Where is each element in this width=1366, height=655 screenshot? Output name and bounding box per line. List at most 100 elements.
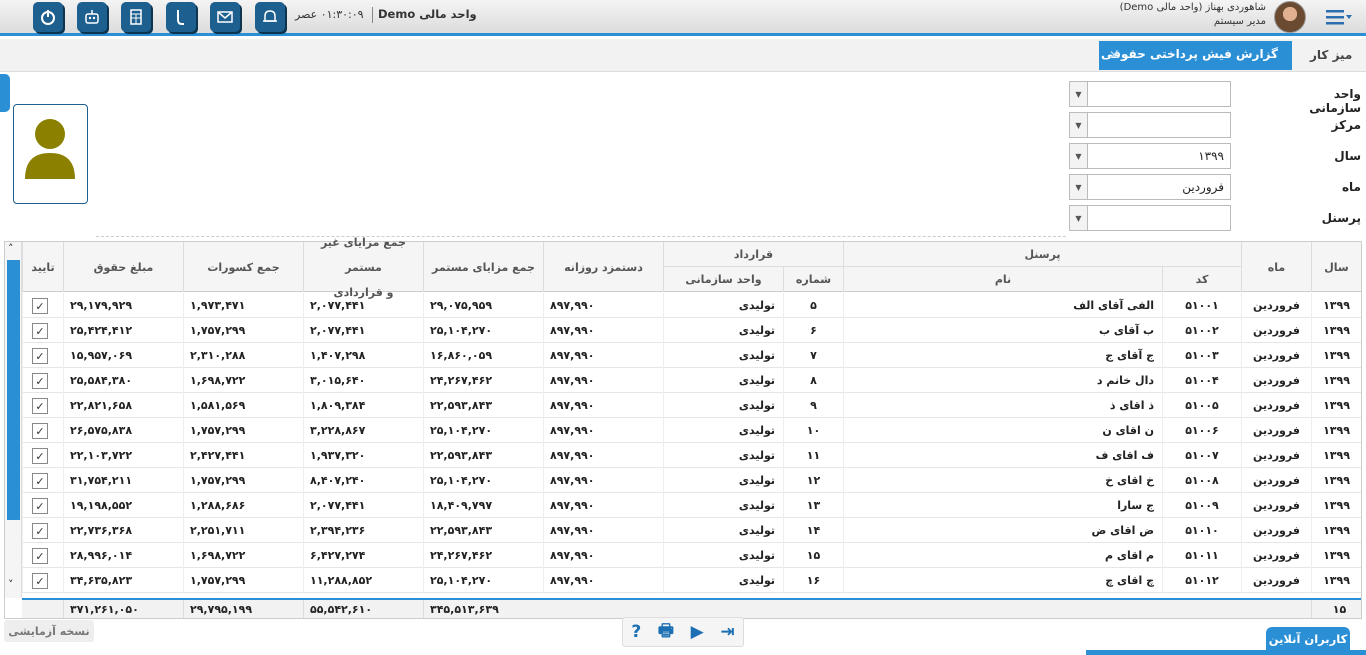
center-field[interactable] xyxy=(1087,112,1231,138)
robot-icon[interactable] xyxy=(77,2,107,32)
header-code[interactable]: کد xyxy=(1162,267,1241,292)
header-deductions[interactable]: جمع کسورات xyxy=(183,242,303,292)
header-daily-wage[interactable]: دستمزد روزانه xyxy=(543,242,663,292)
table-row[interactable]: ۱۳۹۹ فروردین ۵۱۰۰۶ ن اقای ن ۱۰ تولیدی ۸۹۷,۹۹۰ ۲… xyxy=(22,418,1361,443)
cell-nonfixed-benefits: ۲,۰۷۷,۴۴۱ xyxy=(303,318,423,343)
filter-label-personnel: پرسنل xyxy=(1321,211,1361,225)
cell-salary: ۱۵,۹۵۷,۰۶۹ xyxy=(63,343,183,368)
table-row[interactable]: ۱۳۹۹ فروردین ۵۱۰۰۸ خ اقای خ ۱۲ تولیدی ۸۹۷,۹۹۰ ۲… xyxy=(22,468,1361,493)
table-row[interactable]: ۱۳۹۹ فروردین ۵۱۰۰۵ ذ اقای ذ ۹ تولیدی ۸۹۷,۹۹۰ ۲۲… xyxy=(22,393,1361,418)
footer-count: ۱۵ xyxy=(1311,600,1361,618)
avatar[interactable] xyxy=(1274,1,1306,33)
table-row[interactable]: ۱۳۹۹ فروردین ۵۱۰۰۴ دال خانم د ۸ تولیدی ۸۹۷,۹۹۰… xyxy=(22,368,1361,393)
table-row[interactable]: ۱۳۹۹ فروردین ۵۱۰۱۰ ض اقای ض ۱۴ تولیدی ۸۹۷,۹۹۰ ۲… xyxy=(22,518,1361,543)
user-icon xyxy=(25,119,75,179)
chevron-up-icon[interactable]: ˄ xyxy=(8,242,14,255)
cell-name: ض اقای ض xyxy=(843,518,1162,543)
calculator-icon[interactable] xyxy=(121,2,151,32)
bottom-toolbar: ? 🖶 ▶ ⇥ xyxy=(622,617,744,647)
header-fixed-benefits[interactable]: جمع مزایای مستمر xyxy=(423,242,543,292)
header-year[interactable]: سال xyxy=(1311,242,1361,292)
tab-salary-report[interactable]: گزارش فیش پرداختی حقوقی ✕ xyxy=(1099,41,1292,70)
cell-unit: تولیدی xyxy=(663,318,783,343)
user-role: مدیر سیستم xyxy=(1213,16,1266,27)
approve-checkbox[interactable]: ✓ xyxy=(32,398,48,414)
bell-icon[interactable] xyxy=(255,2,285,32)
header-name[interactable]: نام xyxy=(843,267,1162,292)
chevron-down-icon[interactable]: ▼ xyxy=(1069,205,1088,231)
approve-checkbox[interactable]: ✓ xyxy=(32,298,48,314)
power-icon[interactable] xyxy=(33,2,63,32)
cell-fixed-benefits: ۲۲,۵۹۳,۸۴۳ xyxy=(423,443,543,468)
chevron-down-icon[interactable]: ▼ xyxy=(1069,112,1088,138)
approve-checkbox[interactable]: ✓ xyxy=(32,448,48,464)
approve-checkbox[interactable]: ✓ xyxy=(32,573,48,589)
org-unit-field[interactable] xyxy=(1087,81,1231,107)
cell-salary: ۲۵,۵۸۴,۳۸۰ xyxy=(63,368,183,393)
chevron-down-icon[interactable]: ▼ xyxy=(1069,143,1088,169)
filter-label-org-unit: واحد سازمانی xyxy=(1309,87,1361,115)
month-field[interactable]: فروردین xyxy=(1087,174,1231,200)
cell-name: ذ اقای ذ xyxy=(843,393,1162,418)
cell-month: فروردین xyxy=(1241,493,1311,518)
approve-checkbox[interactable]: ✓ xyxy=(32,498,48,514)
table-row[interactable]: ۱۳۹۹ فروردین ۵۱۰۰۹ ج سارا ۱۳ تولیدی ۸۹۷,۹۹۰ ۱۸,… xyxy=(22,493,1361,518)
mail-icon[interactable] xyxy=(210,2,240,32)
cell-daily-wage: ۸۹۷,۹۹۰ xyxy=(543,568,663,593)
approve-checkbox[interactable]: ✓ xyxy=(32,348,48,364)
play-icon[interactable]: ▶ xyxy=(691,622,704,642)
header-nonfixed-benefits[interactable]: جمع مزایای غیر مستمر و قراردادی xyxy=(303,236,423,299)
vertical-scrollbar[interactable]: ˄ ˅ xyxy=(5,242,22,598)
grid-footer: ۱۵ ۳۴۵,۵۱۳,۶۳۹ ۵۵,۵۴۲,۶۱۰ ۲۹,۷۹۵,۱۹۹ ۳۷۱… xyxy=(22,598,1361,618)
close-icon[interactable]: ✕ xyxy=(1109,48,1119,62)
cell-approve: ✓ xyxy=(22,543,63,568)
header-number[interactable]: شماره xyxy=(783,267,843,292)
cell-salary: ۲۲,۱۰۳,۷۲۲ xyxy=(63,443,183,468)
scrollbar-thumb[interactable] xyxy=(7,260,20,520)
cell-number: ۱۱ xyxy=(783,443,843,468)
side-panel-handle[interactable] xyxy=(0,74,10,112)
approve-checkbox[interactable]: ✓ xyxy=(32,323,48,339)
approve-checkbox[interactable]: ✓ xyxy=(32,473,48,489)
cell-nonfixed-benefits: ۲,۰۷۷,۴۴۱ xyxy=(303,293,423,318)
table-row[interactable]: ۱۳۹۹ فروردین ۵۱۰۱۲ چ اقای چ ۱۶ تولیدی ۸۹۷,۹۹۰ ۲… xyxy=(22,568,1361,593)
online-users-tab[interactable]: کاربران آنلاین xyxy=(1266,627,1350,651)
chevron-down-icon[interactable]: ˅ xyxy=(8,578,14,591)
cell-deductions: ۲,۳۱۰,۲۸۸ xyxy=(183,343,303,368)
menu-icon[interactable] xyxy=(1324,7,1354,27)
cell-salary: ۳۴,۶۳۵,۸۲۳ xyxy=(63,568,183,593)
cell-code: ۵۱۰۰۹ xyxy=(1162,493,1241,518)
header-org-unit[interactable]: واحد سازمانی xyxy=(663,267,783,292)
cell-salary: ۲۲,۸۲۱,۶۵۸ xyxy=(63,393,183,418)
phone-icon[interactable] xyxy=(166,2,196,32)
cell-unit: تولیدی xyxy=(663,443,783,468)
table-row[interactable]: ۱۳۹۹ فروردین ۵۱۰۰۷ ف اقای ف ۱۱ تولیدی ۸۹۷,۹۹۰ ۲… xyxy=(22,443,1361,468)
chevron-down-icon[interactable]: ▼ xyxy=(1069,81,1088,107)
approve-checkbox[interactable]: ✓ xyxy=(32,423,48,439)
table-row[interactable]: ۱۳۹۹ فروردین ۵۱۰۰۳ ج آقای ج ۷ تولیدی ۸۹۷,۹۹۰ ۱۶… xyxy=(22,343,1361,368)
table-row[interactable]: ۱۳۹۹ فروردین ۵۱۰۰۱ الفی آقای الف ۵ تولیدی ۸۹۷,… xyxy=(22,293,1361,318)
print-icon[interactable]: 🖶 xyxy=(658,618,674,647)
cell-salary: ۲۹,۱۷۹,۹۲۹ xyxy=(63,293,183,318)
cell-salary: ۳۱,۷۵۴,۲۱۱ xyxy=(63,468,183,493)
cell-deductions: ۱,۶۹۸,۷۲۲ xyxy=(183,368,303,393)
table-row[interactable]: ۱۳۹۹ فروردین ۵۱۰۰۲ ب آقای ب ۶ تولیدی ۸۹۷,۹۹۰ ۲۵… xyxy=(22,318,1361,343)
header-approve[interactable]: تایید xyxy=(22,242,63,292)
exit-icon[interactable]: ⇥ xyxy=(720,622,734,642)
personnel-photo xyxy=(13,104,88,204)
help-icon[interactable]: ? xyxy=(631,622,641,642)
cell-year: ۱۳۹۹ xyxy=(1311,568,1361,593)
chevron-down-icon[interactable]: ▼ xyxy=(1069,174,1088,200)
approve-checkbox[interactable]: ✓ xyxy=(32,548,48,564)
year-field[interactable]: ۱۳۹۹ xyxy=(1087,143,1231,169)
header-salary[interactable]: مبلغ حقوق xyxy=(63,242,183,292)
cell-name: ج آقای ج xyxy=(843,343,1162,368)
cell-nonfixed-benefits: ۸,۴۰۷,۲۴۰ xyxy=(303,468,423,493)
approve-checkbox[interactable]: ✓ xyxy=(32,523,48,539)
approve-checkbox[interactable]: ✓ xyxy=(32,373,48,389)
table-row[interactable]: ۱۳۹۹ فروردین ۵۱۰۱۱ م اقای م ۱۵ تولیدی ۸۹۷,۹۹۰ ۲… xyxy=(22,543,1361,568)
cell-fixed-benefits: ۲۹,۰۷۵,۹۵۹ xyxy=(423,293,543,318)
tab-desk[interactable]: میز کار xyxy=(1310,48,1352,62)
header-month[interactable]: ماه xyxy=(1241,242,1311,292)
personnel-field[interactable] xyxy=(1087,205,1231,231)
